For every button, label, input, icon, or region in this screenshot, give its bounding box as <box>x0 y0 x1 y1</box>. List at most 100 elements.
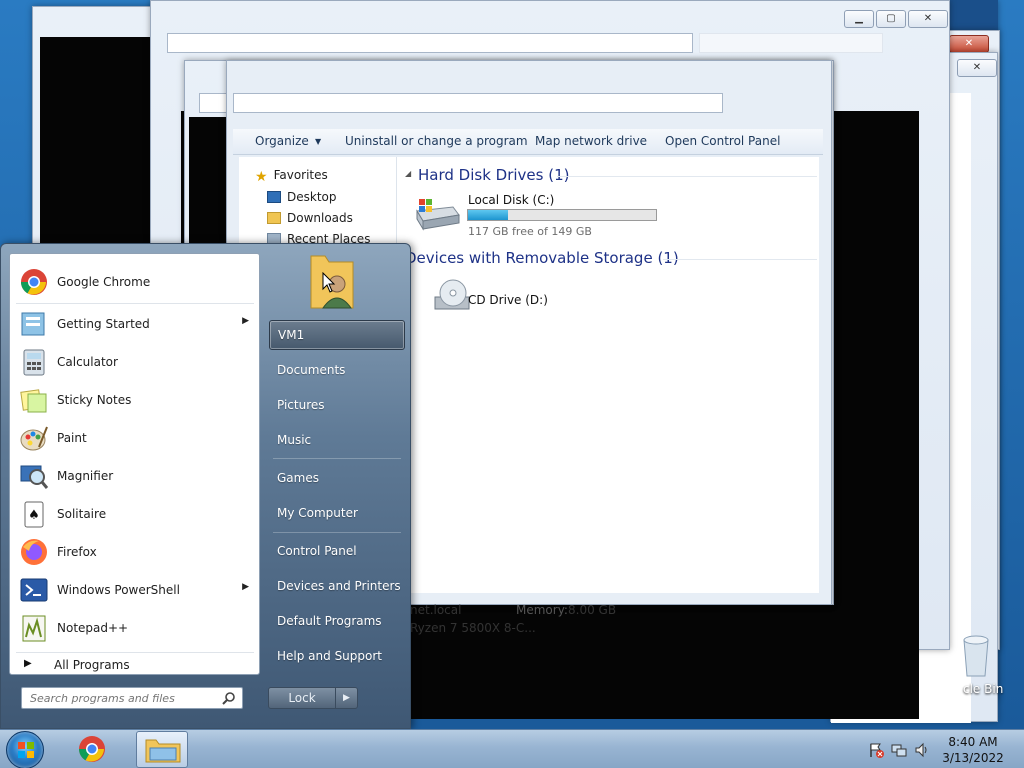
cd-drive-d[interactable]: CD Drive (D:) <box>413 275 613 319</box>
maximize-button[interactable]: ▢ <box>876 10 906 28</box>
program-label: Paint <box>57 431 87 445</box>
drive-c-usage-fill <box>468 210 509 220</box>
network-icon[interactable] <box>891 742 907 758</box>
collapse-triangle-icon[interactable]: ◢ <box>405 169 411 178</box>
details-memory-label: Memory: <box>516 603 568 617</box>
program-firefox[interactable]: Firefox <box>14 534 257 570</box>
action-center-flag-icon[interactable] <box>868 742 884 758</box>
volume-icon[interactable] <box>914 742 930 758</box>
drive-c-name: Local Disk (C:) <box>468 193 555 207</box>
documents-item[interactable]: Documents <box>269 356 405 384</box>
right-separator <box>273 458 401 459</box>
local-disk-c[interactable]: Local Disk (C:) 117 GB free of 149 GB <box>413 191 673 239</box>
user-name-item[interactable]: VM1 <box>269 320 405 350</box>
lock-button[interactable]: Lock ▶ <box>268 687 358 709</box>
start-search-box[interactable] <box>21 687 243 709</box>
chrome-icon <box>77 734 107 767</box>
program-label: Windows PowerShell <box>57 583 180 597</box>
taskbar-chrome-button[interactable] <box>66 731 118 768</box>
program-sticky-notes[interactable]: Sticky Notes <box>14 382 257 418</box>
pictures-item[interactable]: Pictures <box>269 391 405 419</box>
nav-favorites[interactable]: ★ Favorites <box>255 168 328 185</box>
nav-favorites-label: Favorites <box>273 168 328 182</box>
programs-pane: Google Chrome Getting Started ▶ Calculat… <box>9 253 260 675</box>
program-windows-powershell[interactable]: Windows PowerShell ▶ <box>14 572 257 608</box>
uninstall-program-button[interactable]: Uninstall or change a program <box>345 134 528 148</box>
music-item[interactable]: Music <box>269 426 405 454</box>
start-search-input[interactable] <box>22 688 218 708</box>
program-label: Google Chrome <box>57 275 151 289</box>
control-panel-item[interactable]: Control Panel <box>269 537 405 565</box>
paint-icon <box>19 423 49 453</box>
search-bar[interactable] <box>699 33 883 53</box>
black-panel-bottom <box>410 650 918 718</box>
minimize-button[interactable]: ▁ <box>844 10 874 28</box>
program-calculator[interactable]: Calculator <box>14 344 257 380</box>
group-removable-storage[interactable]: Devices with Removable Storage (1) <box>405 249 679 267</box>
right-separator <box>273 532 401 533</box>
program-magnifier[interactable]: Magnifier <box>14 458 257 494</box>
program-paint[interactable]: Paint <box>14 420 257 456</box>
start-menu: Google Chrome Getting Started ▶ Calculat… <box>0 243 411 729</box>
command-bar: Organize ▼ Uninstall or change a program… <box>233 129 823 155</box>
my-computer-item[interactable]: My Computer <box>269 499 405 527</box>
all-programs-button[interactable]: ▶ All Programs <box>14 655 257 675</box>
nav-downloads[interactable]: Downloads <box>267 211 353 225</box>
submenu-arrow-icon: ▶ <box>242 582 249 592</box>
organize-button[interactable]: Organize <box>255 134 309 148</box>
nav-desktop-label: Desktop <box>287 190 337 204</box>
nav-desktop[interactable]: Desktop <box>267 190 337 204</box>
svg-text:♠: ♠ <box>28 508 40 523</box>
address-bar[interactable] <box>167 33 693 53</box>
system-clock[interactable]: 8:40 AM 3/13/2022 <box>938 734 1008 766</box>
taskbar: 8:40 AM 3/13/2022 <box>0 729 1024 768</box>
getting-started-icon <box>19 309 49 339</box>
mouse-cursor-icon <box>322 271 336 294</box>
details-memory-value: 8.00 GB <box>568 603 617 617</box>
drive-c-free-space: 117 GB free of 149 GB <box>468 225 592 238</box>
map-network-drive-button[interactable]: Map network drive <box>535 134 647 148</box>
organize-chevron-icon: ▼ <box>315 137 322 146</box>
close-button[interactable]: ✕ <box>949 35 989 53</box>
content-pane: ◢ Hard Disk Drives (1) Local Disk (C:) 1… <box>397 157 819 593</box>
close-button[interactable]: ✕ <box>908 10 948 28</box>
all-programs-arrow-icon: ▶ <box>24 658 32 669</box>
desktop-icon <box>267 191 281 203</box>
solitaire-icon: ♠ <box>19 499 49 529</box>
recycle-bin-area: cle Bin <box>955 596 1024 729</box>
submenu-arrow-icon: ▶ <box>242 316 249 326</box>
nav-downloads-label: Downloads <box>287 211 353 225</box>
pinned-separator <box>16 303 254 304</box>
search-icon <box>222 691 236 705</box>
program-notepadpp[interactable]: Notepad++ <box>14 610 257 646</box>
recycle-bin-label[interactable]: cle Bin <box>963 682 1003 696</box>
group-hard-disk-drives[interactable]: Hard Disk Drives (1) <box>418 166 569 184</box>
firefox-icon <box>19 537 49 567</box>
all-programs-separator <box>16 652 254 653</box>
chrome-icon <box>19 267 49 297</box>
sticky-notes-icon <box>19 385 49 415</box>
recycle-bin-icon[interactable] <box>959 630 993 678</box>
program-label: Sticky Notes <box>57 393 132 407</box>
open-control-panel-button[interactable]: Open Control Panel <box>665 134 780 148</box>
notepadpp-icon <box>19 613 49 643</box>
all-programs-label: All Programs <box>54 658 130 672</box>
program-label: Magnifier <box>57 469 114 483</box>
program-solitaire[interactable]: ♠ Solitaire <box>14 496 257 532</box>
calculator-icon <box>19 347 49 377</box>
devices-and-printers-item[interactable]: Devices and Printers <box>269 572 405 600</box>
drive-c-usage-bar <box>467 209 657 221</box>
powershell-icon <box>19 575 49 605</box>
address-bar[interactable] <box>233 93 723 113</box>
start-button[interactable] <box>6 731 44 768</box>
program-getting-started[interactable]: Getting Started ▶ <box>14 306 257 342</box>
games-item[interactable]: Games <box>269 464 405 492</box>
program-label: Firefox <box>57 545 97 559</box>
help-and-support-item[interactable]: Help and Support <box>269 642 405 670</box>
taskbar-explorer-button[interactable] <box>136 731 188 768</box>
close-button[interactable]: ✕ <box>957 59 997 77</box>
details-domain: net.local <box>410 603 462 617</box>
shutdown-options-arrow-icon[interactable]: ▶ <box>335 688 357 708</box>
default-programs-item[interactable]: Default Programs <box>269 607 405 635</box>
program-google-chrome[interactable]: Google Chrome <box>14 264 257 300</box>
